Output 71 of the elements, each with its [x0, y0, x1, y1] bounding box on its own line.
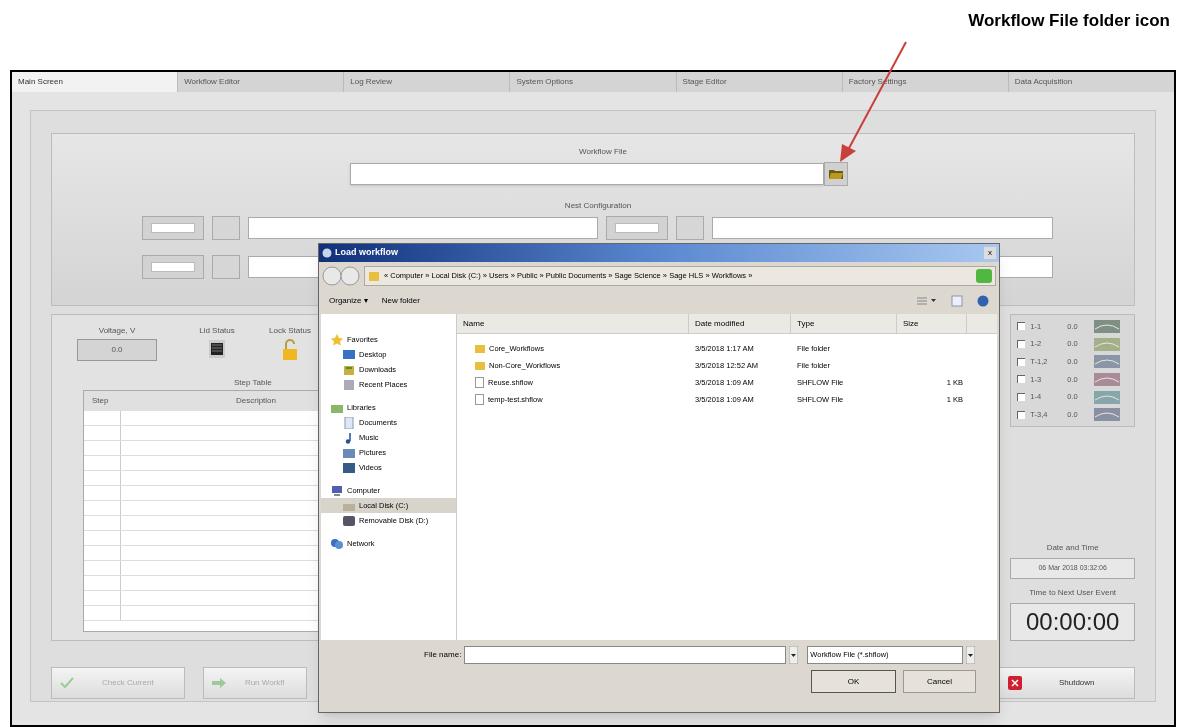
preview-pane-icon[interactable]: [951, 295, 963, 307]
close-icon: [1007, 676, 1022, 690]
network-icon: [331, 537, 343, 550]
table-title: Step Table: [234, 377, 272, 389]
field-label: Date and Time: [1046, 542, 1099, 554]
desktop-icon: [343, 348, 355, 361]
callout-label: Workflow File folder icon: [968, 10, 1170, 32]
document-icon: [343, 416, 355, 429]
tab[interactable]: Stage Editor: [675, 72, 842, 92]
nest-button[interactable]: [606, 216, 668, 240]
field-label: File name:: [424, 649, 462, 661]
organize-menu[interactable]: Organize ▾: [329, 295, 368, 307]
arrow-icon: [211, 678, 226, 688]
field-label: Lid Status: [199, 325, 235, 337]
column-header[interactable]: Date modified: [689, 314, 791, 333]
new-folder-button[interactable]: New folder: [381, 295, 903, 307]
checkbox[interactable]: [1017, 322, 1026, 331]
tab[interactable]: Main Screen: [12, 72, 178, 92]
removable-icon: [343, 514, 355, 527]
downloads-icon: [343, 363, 355, 376]
nest-button[interactable]: [142, 216, 204, 240]
tab[interactable]: Log Review: [343, 72, 510, 92]
field-label: Nest Configuration: [564, 200, 632, 212]
tab[interactable]: Data Acquisition: [1007, 72, 1174, 92]
nest-button[interactable]: [142, 255, 204, 279]
app-icon: [322, 248, 332, 258]
videos-icon: [343, 461, 355, 474]
checkbox[interactable]: [1017, 410, 1026, 419]
column-header[interactable]: Type: [791, 314, 897, 333]
dropdown-icon[interactable]: [789, 646, 799, 664]
nest-field[interactable]: [248, 217, 598, 239]
checkbox[interactable]: [1017, 340, 1026, 348]
check-icon: [60, 677, 74, 689]
view-icon[interactable]: [917, 296, 937, 306]
field-label: Voltage, V: [98, 325, 136, 337]
pictures-icon: [343, 446, 355, 459]
close-button[interactable]: x: [984, 247, 996, 259]
folder-button[interactable]: [824, 162, 848, 186]
film-icon: [208, 339, 226, 359]
dropdown-icon[interactable]: [966, 646, 976, 664]
tab[interactable]: System Options: [509, 72, 676, 92]
workflow-file-field[interactable]: [350, 163, 824, 185]
file-name-field[interactable]: [464, 646, 787, 664]
recent-icon: [343, 378, 355, 391]
column-header: Description: [235, 395, 277, 407]
cancel-button[interactable]: Cancel: [903, 670, 976, 693]
field-label: Workflow File: [579, 146, 627, 158]
checkbox[interactable]: [1017, 393, 1026, 401]
folder-icon: [829, 169, 843, 179]
countdown-display: 00:00:00: [1010, 603, 1135, 641]
padlock-icon: [280, 339, 300, 361]
file-icon: [475, 377, 484, 388]
field-label: Lock Status: [269, 325, 311, 337]
action-button[interactable]: Shutdown: [998, 667, 1135, 699]
folder-icon: [368, 270, 380, 282]
checkbox[interactable]: [1017, 375, 1026, 384]
ok-button[interactable]: OK: [811, 670, 896, 693]
column-header[interactable]: Size: [897, 314, 967, 333]
computer-icon: [331, 484, 343, 497]
tab[interactable]: Workflow Editor: [177, 72, 344, 92]
field-label: Time to Next User Event: [1029, 587, 1117, 599]
dialog-title: Load workflow: [335, 246, 399, 260]
nest-field[interactable]: [712, 217, 1053, 239]
column-header: Step: [91, 395, 110, 407]
file-icon: [475, 394, 484, 405]
help-icon[interactable]: [977, 295, 989, 307]
voltage-display: 0.0: [77, 339, 157, 361]
back-forward-icon[interactable]: [322, 266, 360, 286]
checkbox[interactable]: [1017, 357, 1026, 366]
star-icon: [331, 333, 343, 346]
column-header[interactable]: Name: [457, 314, 689, 333]
